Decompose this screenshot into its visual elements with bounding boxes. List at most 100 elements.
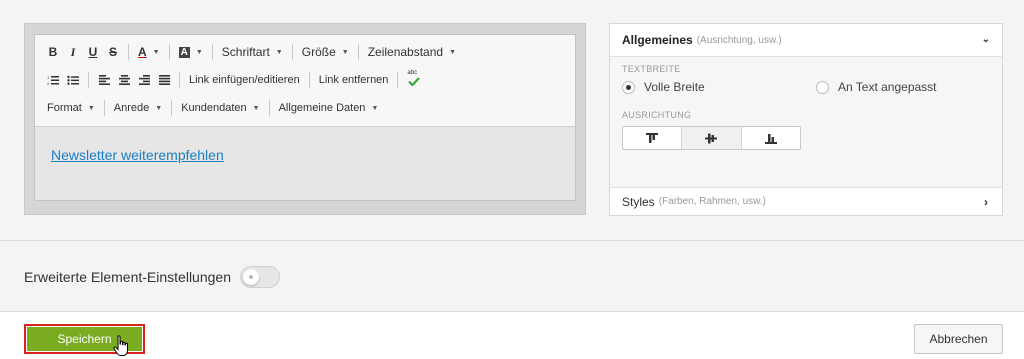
spellcheck-text: abc: [407, 70, 418, 76]
toolbar-divider: [103, 100, 105, 116]
toolbar-row-3: Format ▼ Anrede ▼ Kundendaten ▼ Allgemeine …: [43, 97, 382, 119]
insert-link-button[interactable]: Link einfügen/editieren: [185, 70, 304, 90]
toolbar-divider: [291, 44, 293, 60]
align-top-icon: [646, 132, 659, 143]
styles-section-header[interactable]: Styles (Farben, Rahmen, usw.) ›: [610, 187, 1002, 215]
editor-content-area[interactable]: Newsletter weiterempfehlen: [35, 127, 575, 200]
settings-panel: Allgemeines (Ausrichtung, usw.) ⌄ TEXTBR…: [609, 23, 1003, 216]
align-left-icon: [98, 75, 110, 85]
font-size-label: Größe: [301, 45, 336, 59]
chevron-down-icon: ▼: [371, 104, 379, 112]
align-middle-button[interactable]: [681, 127, 741, 149]
align-left-button[interactable]: [94, 70, 114, 90]
align-bottom-icon: [764, 133, 777, 144]
chevron-down-icon: ▼: [449, 48, 457, 56]
spellcheck-icon: abc: [407, 70, 421, 87]
salutation-label: Anrede: [113, 102, 150, 114]
text-width-label: TEXTBREITE: [622, 64, 681, 74]
toolbar-divider: [88, 72, 89, 88]
alignment-label: AUSRICHTUNG: [622, 110, 692, 120]
advanced-settings-toggle[interactable]: [240, 266, 280, 288]
rich-text-editor: B I U S A ▼ A ▼ Schriftart ▼ Größe ▼ Zei…: [34, 34, 576, 201]
align-center-button[interactable]: [114, 70, 134, 90]
bullet-list-button[interactable]: [63, 70, 83, 90]
salutation-dropdown[interactable]: Anrede ▼: [110, 98, 166, 118]
chevron-down-icon: ▼: [152, 48, 160, 56]
vertical-alignment-group: [622, 126, 801, 150]
toolbar-divider: [308, 72, 310, 88]
svg-text:1: 1: [47, 75, 50, 80]
toolbar-divider: [397, 72, 399, 88]
align-justify-button[interactable]: [154, 70, 174, 90]
top-section: B I U S A ▼ A ▼ Schriftart ▼ Größe ▼ Zei…: [0, 0, 1024, 241]
line-height-dropdown[interactable]: Zeilenabstand ▼: [364, 42, 460, 62]
chevron-down-icon: ▼: [275, 48, 283, 56]
align-right-button[interactable]: [134, 70, 154, 90]
hand-cursor-icon: [113, 335, 128, 356]
checkmark-icon: [408, 77, 421, 86]
font-family-label: Schriftart: [221, 45, 270, 59]
toolbar-divider: [211, 44, 213, 60]
chevron-down-icon: ⌄: [981, 34, 990, 45]
toolbar-row-2: 12 Link einfügen/editieren Link entferne…: [43, 69, 425, 91]
format-label: Format: [47, 102, 82, 114]
advanced-settings-row: Erweiterte Element-Einstellungen: [24, 266, 280, 288]
align-middle-icon: [705, 133, 718, 143]
numbered-list-icon: 12: [47, 75, 59, 86]
align-bottom-button[interactable]: [740, 127, 800, 149]
toolbar-divider: [179, 72, 180, 88]
chevron-down-icon: ▼: [195, 48, 203, 56]
remove-link-button[interactable]: Link entfernen: [315, 70, 393, 90]
advanced-settings-label: Erweiterte Element-Einstellungen: [24, 269, 231, 285]
toolbar-divider: [171, 100, 173, 116]
toolbar-divider: [128, 44, 129, 60]
editor-toolbar: B I U S A ▼ A ▼ Schriftart ▼ Größe ▼ Zei…: [35, 35, 575, 127]
font-size-dropdown[interactable]: Größe ▼: [298, 42, 353, 62]
general-section-title: Allgemeines: [622, 33, 693, 47]
customer-data-dropdown[interactable]: Kundendaten ▼: [177, 98, 263, 118]
footer-bar: Speichern Abbrechen: [0, 311, 1024, 359]
styles-section-subtitle: (Farben, Rahmen, usw.): [658, 196, 766, 207]
align-top-button[interactable]: [623, 127, 681, 149]
chevron-down-icon: ▼: [252, 104, 260, 112]
spellcheck-button[interactable]: abc: [403, 70, 425, 90]
newsletter-link[interactable]: Newsletter weiterempfehlen: [51, 147, 224, 163]
bold-button[interactable]: B: [43, 42, 63, 62]
svg-text:2: 2: [47, 81, 50, 86]
font-family-dropdown[interactable]: Schriftart ▼: [218, 42, 287, 62]
font-color-button[interactable]: A ▼: [134, 42, 164, 62]
radio-unchecked-icon: [816, 80, 829, 94]
radio-full-width-label: Volle Breite: [644, 80, 705, 94]
bullet-list-icon: [67, 75, 79, 85]
italic-button[interactable]: I: [63, 42, 83, 62]
toolbar-divider: [268, 100, 270, 116]
editor-frame: B I U S A ▼ A ▼ Schriftart ▼ Größe ▼ Zei…: [24, 23, 586, 215]
toolbar-divider: [168, 44, 170, 60]
general-section-subtitle: (Ausrichtung, usw.): [696, 34, 782, 46]
radio-fit-to-text-label: An Text angepasst: [838, 80, 937, 94]
background-color-icon: A: [178, 46, 190, 58]
radio-full-width[interactable]: Volle Breite: [622, 80, 705, 94]
styles-section-title: Styles: [622, 194, 655, 209]
numbered-list-button[interactable]: 12: [43, 70, 63, 90]
strikethrough-button[interactable]: S: [103, 42, 123, 62]
toolbar-row-1: B I U S A ▼ A ▼ Schriftart ▼ Größe ▼ Zei…: [43, 41, 460, 63]
underline-button[interactable]: U: [83, 42, 103, 62]
radio-checked-icon: [622, 80, 635, 94]
chevron-right-icon: ›: [984, 195, 988, 209]
chevron-down-icon: ▼: [155, 104, 163, 112]
general-data-dropdown[interactable]: Allgemeine Daten ▼: [275, 98, 383, 118]
align-right-icon: [138, 75, 150, 85]
customer-data-label: Kundendaten: [181, 102, 247, 114]
chevron-down-icon: ▼: [341, 48, 349, 56]
radio-fit-to-text[interactable]: An Text angepasst: [816, 80, 937, 94]
font-color-icon: A: [138, 45, 147, 59]
format-dropdown[interactable]: Format ▼: [43, 98, 99, 118]
align-center-icon: [118, 75, 130, 85]
general-data-label: Allgemeine Daten: [278, 102, 366, 114]
cancel-button[interactable]: Abbrechen: [914, 324, 1003, 354]
general-section-header[interactable]: Allgemeines (Ausrichtung, usw.) ⌄: [610, 24, 1002, 57]
background-color-button[interactable]: A ▼: [175, 42, 207, 62]
line-height-label: Zeilenabstand: [367, 45, 444, 59]
chevron-down-icon: ▼: [87, 104, 95, 112]
